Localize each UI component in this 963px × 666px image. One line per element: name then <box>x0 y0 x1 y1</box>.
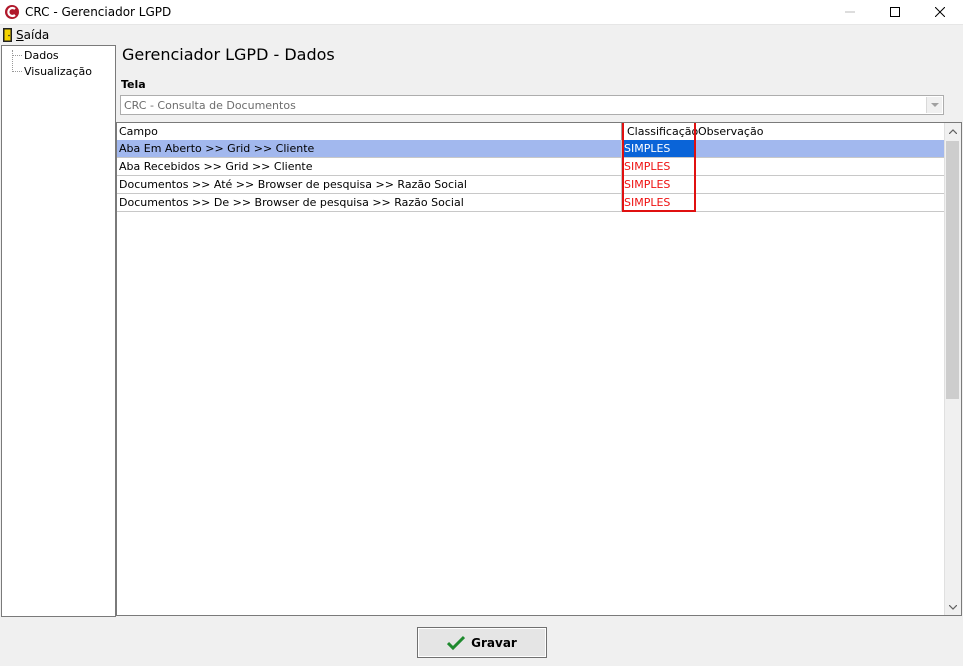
gravar-button[interactable]: Gravar <box>417 627 547 658</box>
cell-observacao[interactable] <box>696 176 945 194</box>
close-icon <box>935 7 945 17</box>
checkmark-icon <box>447 635 466 650</box>
cell-observacao[interactable] <box>696 194 945 212</box>
menu-bar: Saída <box>0 25 963 44</box>
vertical-scrollbar[interactable] <box>944 123 961 615</box>
app-logo-icon <box>5 5 19 19</box>
dropdown-button[interactable] <box>926 97 942 113</box>
minimize-icon <box>845 11 855 13</box>
table-row[interactable]: Aba Recebidos >> Grid >> Cliente SIMPLES <box>117 158 945 176</box>
cell-campo[interactable]: Aba Em Aberto >> Grid >> Cliente <box>117 140 622 158</box>
tela-select-value: CRC - Consulta de Documentos <box>124 99 296 112</box>
minimize-button[interactable] <box>827 0 873 24</box>
tree-connector <box>12 55 22 56</box>
column-header-campo[interactable]: Campo <box>117 123 622 140</box>
table-row[interactable]: Aba Em Aberto >> Grid >> Cliente SIMPLES <box>117 140 945 158</box>
tree-item-dados[interactable]: Dados <box>24 49 59 62</box>
cell-campo[interactable]: Documentos >> Até >> Browser de pesquisa… <box>117 176 622 194</box>
cell-observacao[interactable] <box>696 140 945 158</box>
scroll-thumb[interactable] <box>946 141 959 399</box>
grid-header: Campo Classificação Observação <box>117 123 945 141</box>
maximize-button[interactable] <box>872 0 918 24</box>
cell-campo[interactable]: Documentos >> De >> Browser de pesquisa … <box>117 194 622 212</box>
cell-campo[interactable]: Aba Recebidos >> Grid >> Cliente <box>117 158 622 176</box>
gravar-button-label: Gravar <box>471 635 517 650</box>
table-row[interactable]: Documentos >> De >> Browser de pesquisa … <box>117 194 945 212</box>
scroll-down-button[interactable] <box>945 599 961 615</box>
table-row[interactable]: Documentos >> Até >> Browser de pesquisa… <box>117 176 945 194</box>
cell-classificacao[interactable]: SIMPLES <box>622 140 696 158</box>
cell-observacao[interactable] <box>696 158 945 176</box>
menu-saida[interactable]: Saída <box>3 26 49 43</box>
cell-classificacao[interactable]: SIMPLES <box>622 158 696 176</box>
cell-classificacao[interactable]: SIMPLES <box>622 176 696 194</box>
menu-saida-label: Saída <box>16 27 50 42</box>
fields-grid[interactable]: Campo Classificação Observação Aba Em Ab… <box>116 122 962 616</box>
tree-item-visualizacao[interactable]: Visualização <box>24 65 92 78</box>
tree-connector <box>12 50 13 72</box>
scroll-up-button[interactable] <box>945 123 961 139</box>
navigation-tree: Dados Visualização <box>1 45 116 617</box>
close-button[interactable] <box>917 0 963 24</box>
page-title: Gerenciador LGPD - Dados <box>122 45 335 64</box>
tree-connector <box>12 71 22 72</box>
column-header-classificacao[interactable]: Classificação <box>622 123 698 140</box>
chevron-up-icon <box>949 128 957 134</box>
title-bar: CRC - Gerenciador LGPD <box>0 0 963 25</box>
tela-label: Tela <box>121 78 146 91</box>
chevron-down-icon <box>949 604 957 610</box>
exit-door-icon <box>3 27 12 42</box>
column-header-observacao[interactable]: Observação <box>696 123 945 140</box>
cell-classificacao[interactable]: SIMPLES <box>622 194 696 212</box>
tela-select[interactable]: CRC - Consulta de Documentos <box>120 95 944 115</box>
maximize-icon <box>890 7 900 17</box>
window-title: CRC - Gerenciador LGPD <box>25 5 172 19</box>
chevron-down-icon <box>930 102 939 107</box>
